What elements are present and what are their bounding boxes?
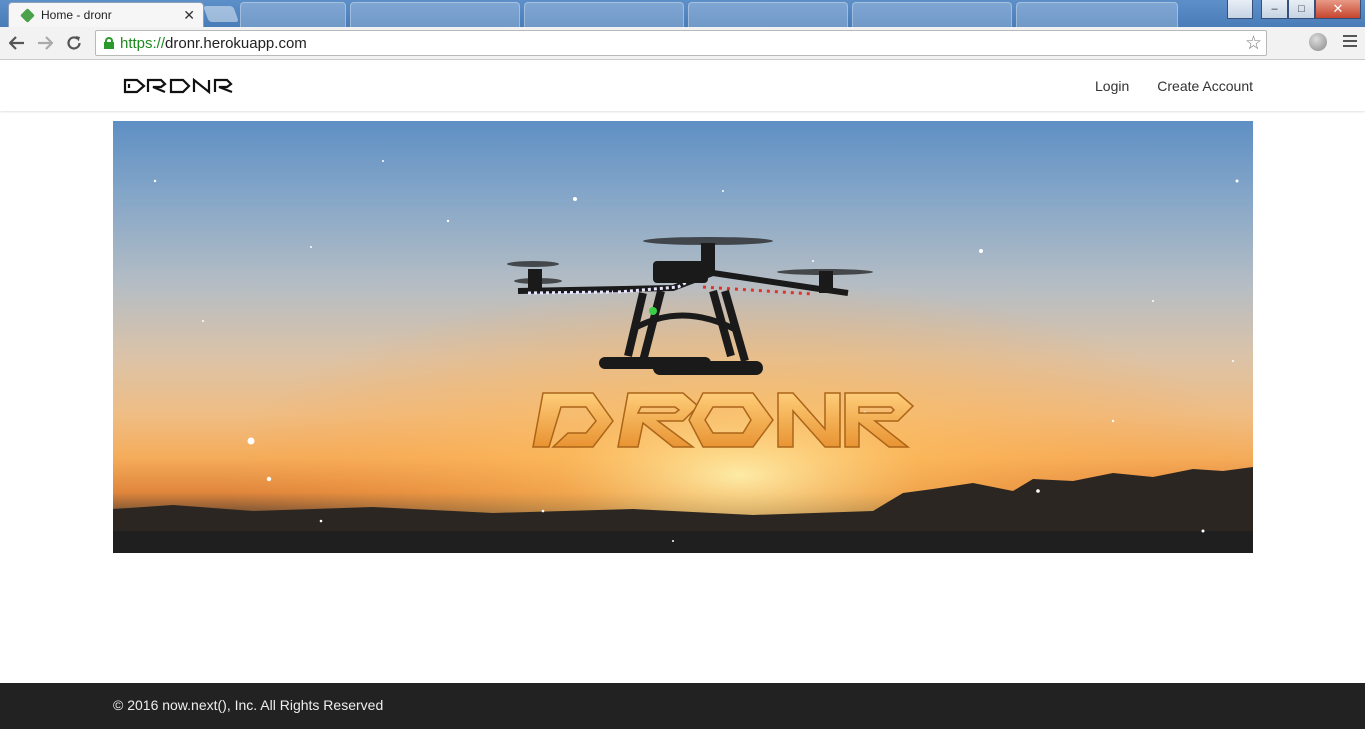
create-account-link[interactable]: Create Account — [1157, 78, 1253, 94]
window-maximize-button[interactable]: □ — [1288, 0, 1315, 19]
browser-tab-background[interactable] — [350, 2, 520, 27]
browser-profile-button[interactable] — [1227, 0, 1253, 19]
browser-tab-background[interactable] — [240, 2, 346, 27]
footer-copyright: © 2016 now.next(), Inc. All Rights Reser… — [113, 697, 384, 713]
dronr-favicon-icon — [20, 7, 35, 23]
site-header: Login Create Account — [0, 61, 1365, 111]
tab-title: Home - dronr — [41, 8, 112, 22]
browser-tab-active[interactable]: Home - dronr ✕ — [8, 2, 204, 27]
reload-icon[interactable] — [63, 32, 85, 54]
page-content: Login Create Account © 2016 now.next(), … — [0, 61, 1365, 729]
lock-icon — [104, 37, 114, 49]
new-tab-button[interactable] — [203, 6, 239, 22]
browser-tab-background[interactable] — [1016, 2, 1178, 27]
url-scheme: https:// — [120, 34, 166, 52]
star-icon[interactable]: ☆ — [1245, 32, 1262, 55]
hamburger-menu-icon[interactable] — [1343, 35, 1357, 50]
browser-tab-background[interactable] — [688, 2, 848, 27]
window-close-button[interactable]: ✕ — [1315, 0, 1361, 19]
browser-toolbar: https:// dronr.herokuapp.com ☆ — [0, 27, 1365, 60]
dronr-logo[interactable] — [123, 77, 235, 100]
tab-close-icon[interactable]: ✕ — [183, 7, 195, 24]
login-link[interactable]: Login — [1095, 78, 1129, 94]
browser-title-bar: Home - dronr ✕ – □ ✕ — [0, 0, 1365, 27]
forward-arrow-icon[interactable] — [34, 32, 56, 54]
browser-tab-background[interactable] — [852, 2, 1012, 27]
address-bar[interactable]: https:// dronr.herokuapp.com ☆ — [95, 30, 1267, 56]
browser-tab-background[interactable] — [524, 2, 684, 27]
site-nav: Login Create Account — [1095, 78, 1253, 94]
hero-banner-image — [113, 121, 1253, 553]
back-arrow-icon[interactable] — [6, 32, 28, 54]
site-footer: © 2016 now.next(), Inc. All Rights Reser… — [0, 683, 1365, 729]
url-host: dronr.herokuapp.com — [165, 34, 307, 52]
extension-icon[interactable] — [1309, 33, 1327, 51]
window-minimize-button[interactable]: – — [1261, 0, 1288, 19]
